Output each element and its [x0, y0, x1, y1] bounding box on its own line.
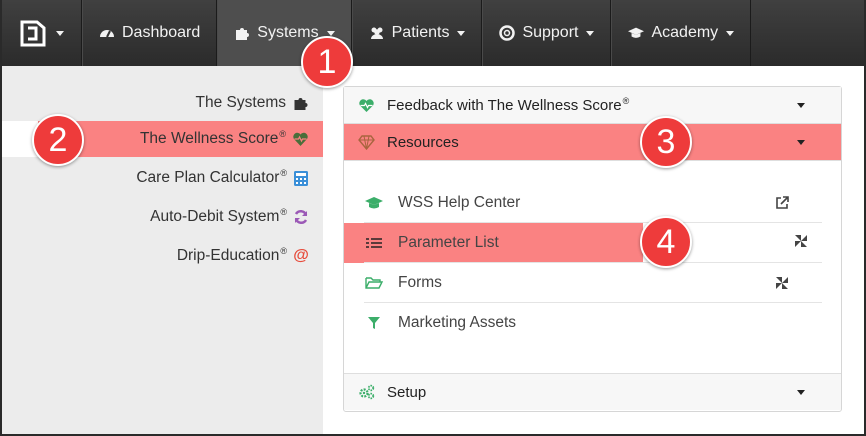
resource-item-parameter-list[interactable]: Parameter List	[344, 223, 643, 263]
accordion-label: Resources	[387, 133, 459, 151]
calculator-icon	[294, 170, 308, 186]
top-navbar: Dashboard Systems Patients Support Acade…	[2, 0, 864, 66]
accordion-resources[interactable]: Resources	[344, 124, 841, 161]
sidebar-item-label: The Wellness Score®	[139, 129, 286, 148]
puzzle-icon	[236, 28, 250, 40]
nav-support-label: Support	[522, 24, 579, 41]
pinwheel-icon[interactable]	[793, 233, 809, 249]
puzzle-icon	[294, 98, 308, 110]
resource-label: Forms	[398, 274, 442, 291]
nav-academy[interactable]: Academy	[611, 0, 752, 66]
annotation-marker-2: 2	[32, 114, 84, 166]
at-icon: @	[293, 247, 309, 264]
chevron-down-icon	[797, 103, 805, 108]
chevron-down-icon	[457, 30, 466, 36]
resource-item-forms[interactable]: Forms	[344, 263, 822, 303]
chevron-down-icon	[326, 30, 335, 36]
nav-patients[interactable]: Patients	[351, 0, 483, 66]
sidebar-item-label: The Systems	[195, 94, 286, 111]
accordion-label: Setup	[387, 383, 427, 401]
nav-academy-label: Academy	[651, 24, 719, 41]
resource-item-marketing-assets[interactable]: Marketing Assets	[344, 303, 822, 343]
dashboard-icon	[100, 30, 114, 38]
graduation-cap-icon	[365, 197, 383, 209]
resource-label: WSS Help Center	[398, 194, 521, 211]
lifebuoy-icon	[499, 25, 516, 41]
annotation-marker-1: 1	[301, 36, 353, 88]
chevron-down-icon	[797, 140, 805, 145]
heart-pulse-icon	[293, 132, 308, 146]
nav-support[interactable]: Support	[482, 0, 612, 66]
folder-open-icon	[365, 277, 384, 289]
resource-label: Marketing Assets	[398, 314, 517, 331]
nav-patients-label: Patients	[391, 24, 450, 41]
brand-logo-icon	[20, 20, 46, 47]
resource-item-wss-help-center[interactable]: WSS Help Center	[344, 183, 822, 223]
app-frame: Dashboard Systems Patients Support Acade…	[0, 0, 866, 436]
sidebar-item-label: Care Plan Calculator®	[136, 168, 287, 187]
filter-icon	[368, 317, 380, 329]
nav-dashboard[interactable]: Dashboard	[82, 0, 218, 66]
chevron-down-icon	[797, 390, 805, 395]
accordion-feedback[interactable]: Feedback with The Wellness Score®	[344, 87, 841, 124]
heart-pulse-icon	[359, 98, 374, 112]
sidebar-item-label: Auto-Debit System®	[150, 207, 287, 226]
brand-caret-icon	[56, 30, 64, 36]
resource-label: Parameter List	[398, 234, 499, 251]
annotation-marker-4: 4	[640, 216, 692, 268]
resources-panel: Feedback with The Wellness Score® Resour…	[343, 86, 842, 412]
sidebar-item-care-plan-calculator[interactable]: Care Plan Calculator®	[2, 160, 323, 196]
pinwheel-icon[interactable]	[774, 275, 790, 291]
gears-icon	[359, 384, 375, 400]
accordion-setup[interactable]: Setup	[344, 373, 841, 410]
sidebar-item-auto-debit-system[interactable]: Auto-Debit System®	[2, 199, 323, 235]
nav-systems-label: Systems	[257, 24, 319, 41]
sidebar-item-label: Drip-Education®	[176, 246, 287, 265]
annotation-marker-3: 3	[640, 116, 692, 168]
list-icon	[366, 238, 382, 248]
sidebar-item-drip-education[interactable]: Drip-Education® @	[2, 238, 323, 274]
nav-dashboard-label: Dashboard	[122, 24, 201, 41]
graduation-cap-icon	[628, 27, 645, 38]
brand-menu[interactable]	[2, 0, 82, 66]
refresh-icon	[294, 209, 308, 225]
accordion-label: Feedback with The Wellness Score®	[387, 96, 630, 114]
users-icon	[370, 27, 383, 39]
chevron-down-icon	[586, 30, 595, 36]
diamond-icon	[358, 134, 375, 150]
chevron-down-icon	[726, 30, 735, 36]
external-link-icon[interactable]	[774, 195, 790, 211]
